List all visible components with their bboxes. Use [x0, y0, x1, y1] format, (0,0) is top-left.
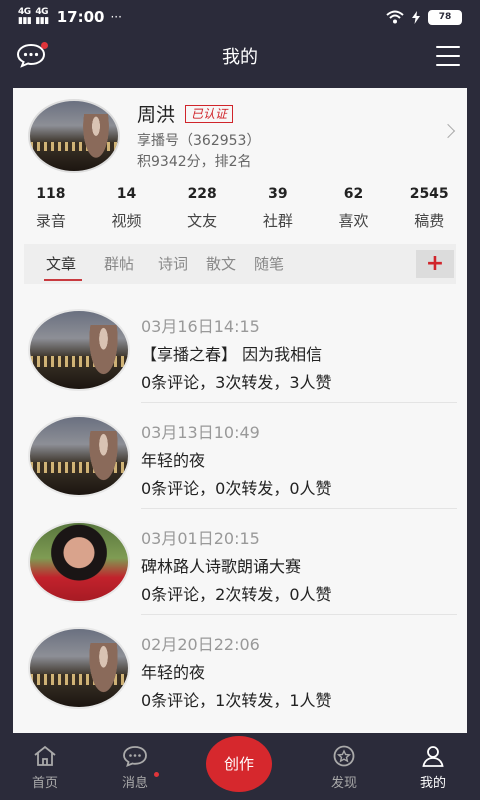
article-date: 03月16日14:15 [141, 317, 260, 336]
home-icon [34, 745, 56, 766]
stat-label: 文友 [187, 212, 218, 230]
stat-recordings[interactable]: 118 录音 [13, 186, 89, 236]
tab-poetry[interactable]: 诗词 [158, 253, 188, 274]
chevron-right-icon[interactable] [440, 123, 456, 139]
stat-label: 喜欢 [338, 212, 369, 230]
chat-bubble-button[interactable] [16, 42, 48, 68]
status-more-icon: ··· [110, 10, 122, 24]
add-button[interactable]: + [416, 250, 454, 278]
stat-count: 118 [36, 186, 66, 202]
nav-label: 首页 [31, 776, 58, 791]
wifi-icon [386, 10, 404, 24]
article-title: 【享播之春】 因为我相信 [141, 345, 323, 364]
stat-friends[interactable]: 228 文友 [164, 186, 240, 236]
tab-articles[interactable]: 文章 [46, 253, 76, 274]
page-title: 我的 [222, 47, 258, 68]
nav-mine[interactable]: 我的 [393, 738, 473, 800]
stat-count: 14 [116, 186, 137, 202]
stats-row: 118 录音 14 视频 228 文友 39 社群 62 喜欢 2545 稿费 [13, 186, 467, 236]
list-item[interactable]: 03月13日10:49 年轻的夜 0条评论，0次转发，0人赞 [13, 404, 467, 509]
menu-icon-line [436, 46, 460, 48]
stat-label: 视频 [111, 212, 142, 230]
menu-icon-line [436, 64, 460, 66]
avatar [28, 627, 130, 709]
charging-icon [412, 10, 420, 24]
article-meta: 0条评论，0次转发，0人赞 [141, 479, 332, 498]
stat-royalties[interactable]: 2545 稿费 [391, 186, 467, 236]
stat-count: 228 [187, 186, 217, 202]
article-title: 年轻的夜 [141, 451, 206, 470]
tab-notes[interactable]: 随笔 [254, 253, 284, 274]
article-date: 02月20日22:06 [141, 635, 260, 654]
divider [141, 508, 457, 509]
article-meta: 0条评论，3次转发，3人赞 [141, 373, 332, 392]
avatar [28, 309, 130, 391]
stat-count: 62 [343, 186, 364, 202]
user-name: 周洪 [137, 104, 176, 126]
article-meta: 0条评论，2次转发，0人赞 [141, 585, 332, 604]
notification-dot [154, 772, 159, 777]
stat-videos[interactable]: 14 视频 [89, 186, 165, 236]
verified-badge: 已认证 [185, 104, 234, 123]
signal-icon-2: 4G ▮▮▮ [35, 7, 49, 26]
stat-count: 39 [268, 186, 288, 202]
nav-home[interactable]: 首页 [5, 738, 85, 800]
article-date: 03月13日10:49 [141, 423, 260, 442]
stat-communities[interactable]: 39 社群 [240, 186, 316, 236]
avatar [28, 521, 130, 603]
notification-dot [41, 42, 48, 49]
top-header: 我的 [0, 34, 480, 78]
avatar[interactable] [28, 99, 120, 173]
list-item[interactable]: 03月16日14:15 【享播之春】 因为我相信 0条评论，3次转发，3人赞 [13, 298, 467, 403]
profile-card: 周洪 已认证 享播号（362953） 积9342分，排2名 118 录音 14 … [13, 88, 467, 733]
chat-bubble-icon [123, 746, 147, 768]
status-bar: 4G ▮▮▮ 4G ▮▮▮ 17:00 ··· 78 [0, 0, 480, 34]
nav-label: 发现 [330, 776, 357, 791]
article-title: 碑林路人诗歌朗诵大赛 [141, 557, 302, 576]
stat-count: 2545 [409, 186, 449, 202]
list-item[interactable]: 03月01日20:15 碑林路人诗歌朗诵大赛 0条评论，2次转发，0人赞 [13, 510, 467, 615]
nav-messages[interactable]: 消息 [95, 738, 175, 800]
active-tab-indicator [44, 279, 82, 281]
divider [141, 402, 457, 403]
user-id: 享播号（362953） [137, 133, 261, 149]
article-date: 03月01日20:15 [141, 529, 260, 548]
list-item[interactable]: 02月20日22:06 年轻的夜 0条评论，1次转发，1人赞 [13, 616, 467, 721]
tab-group-posts[interactable]: 群帖 [104, 253, 134, 274]
divider [141, 614, 457, 615]
article-meta: 0条评论，1次转发，1人赞 [141, 691, 332, 710]
stat-likes[interactable]: 62 喜欢 [316, 186, 392, 236]
profile-header[interactable]: 周洪 已认证 享播号（362953） 积9342分，排2名 [13, 88, 467, 183]
menu-icon-line [436, 55, 460, 57]
status-time: 17:00 [56, 8, 105, 26]
stat-label: 录音 [35, 212, 66, 230]
stat-label: 社群 [262, 212, 293, 230]
content-tabs: 文章 群帖 诗词 散文 随笔 + [24, 244, 456, 284]
nav-label: 我的 [419, 776, 446, 791]
battery-icon: 78 [428, 9, 462, 25]
nav-label: 消息 [121, 776, 148, 791]
article-title: 年轻的夜 [141, 663, 206, 682]
tab-essays[interactable]: 散文 [206, 253, 236, 274]
nav-discover[interactable]: 发现 [304, 738, 384, 800]
create-button[interactable]: 创作 [206, 736, 272, 792]
menu-button[interactable] [436, 46, 460, 66]
bottom-nav: 首页 消息 创作 发现 我的 [0, 736, 480, 800]
user-score: 积9342分，排2名 [137, 154, 252, 170]
user-icon [422, 746, 444, 767]
compass-star-icon [333, 745, 355, 767]
stat-label: 稿费 [414, 212, 445, 230]
avatar [28, 415, 130, 497]
signal-icon: 4G ▮▮▮ [18, 7, 32, 26]
